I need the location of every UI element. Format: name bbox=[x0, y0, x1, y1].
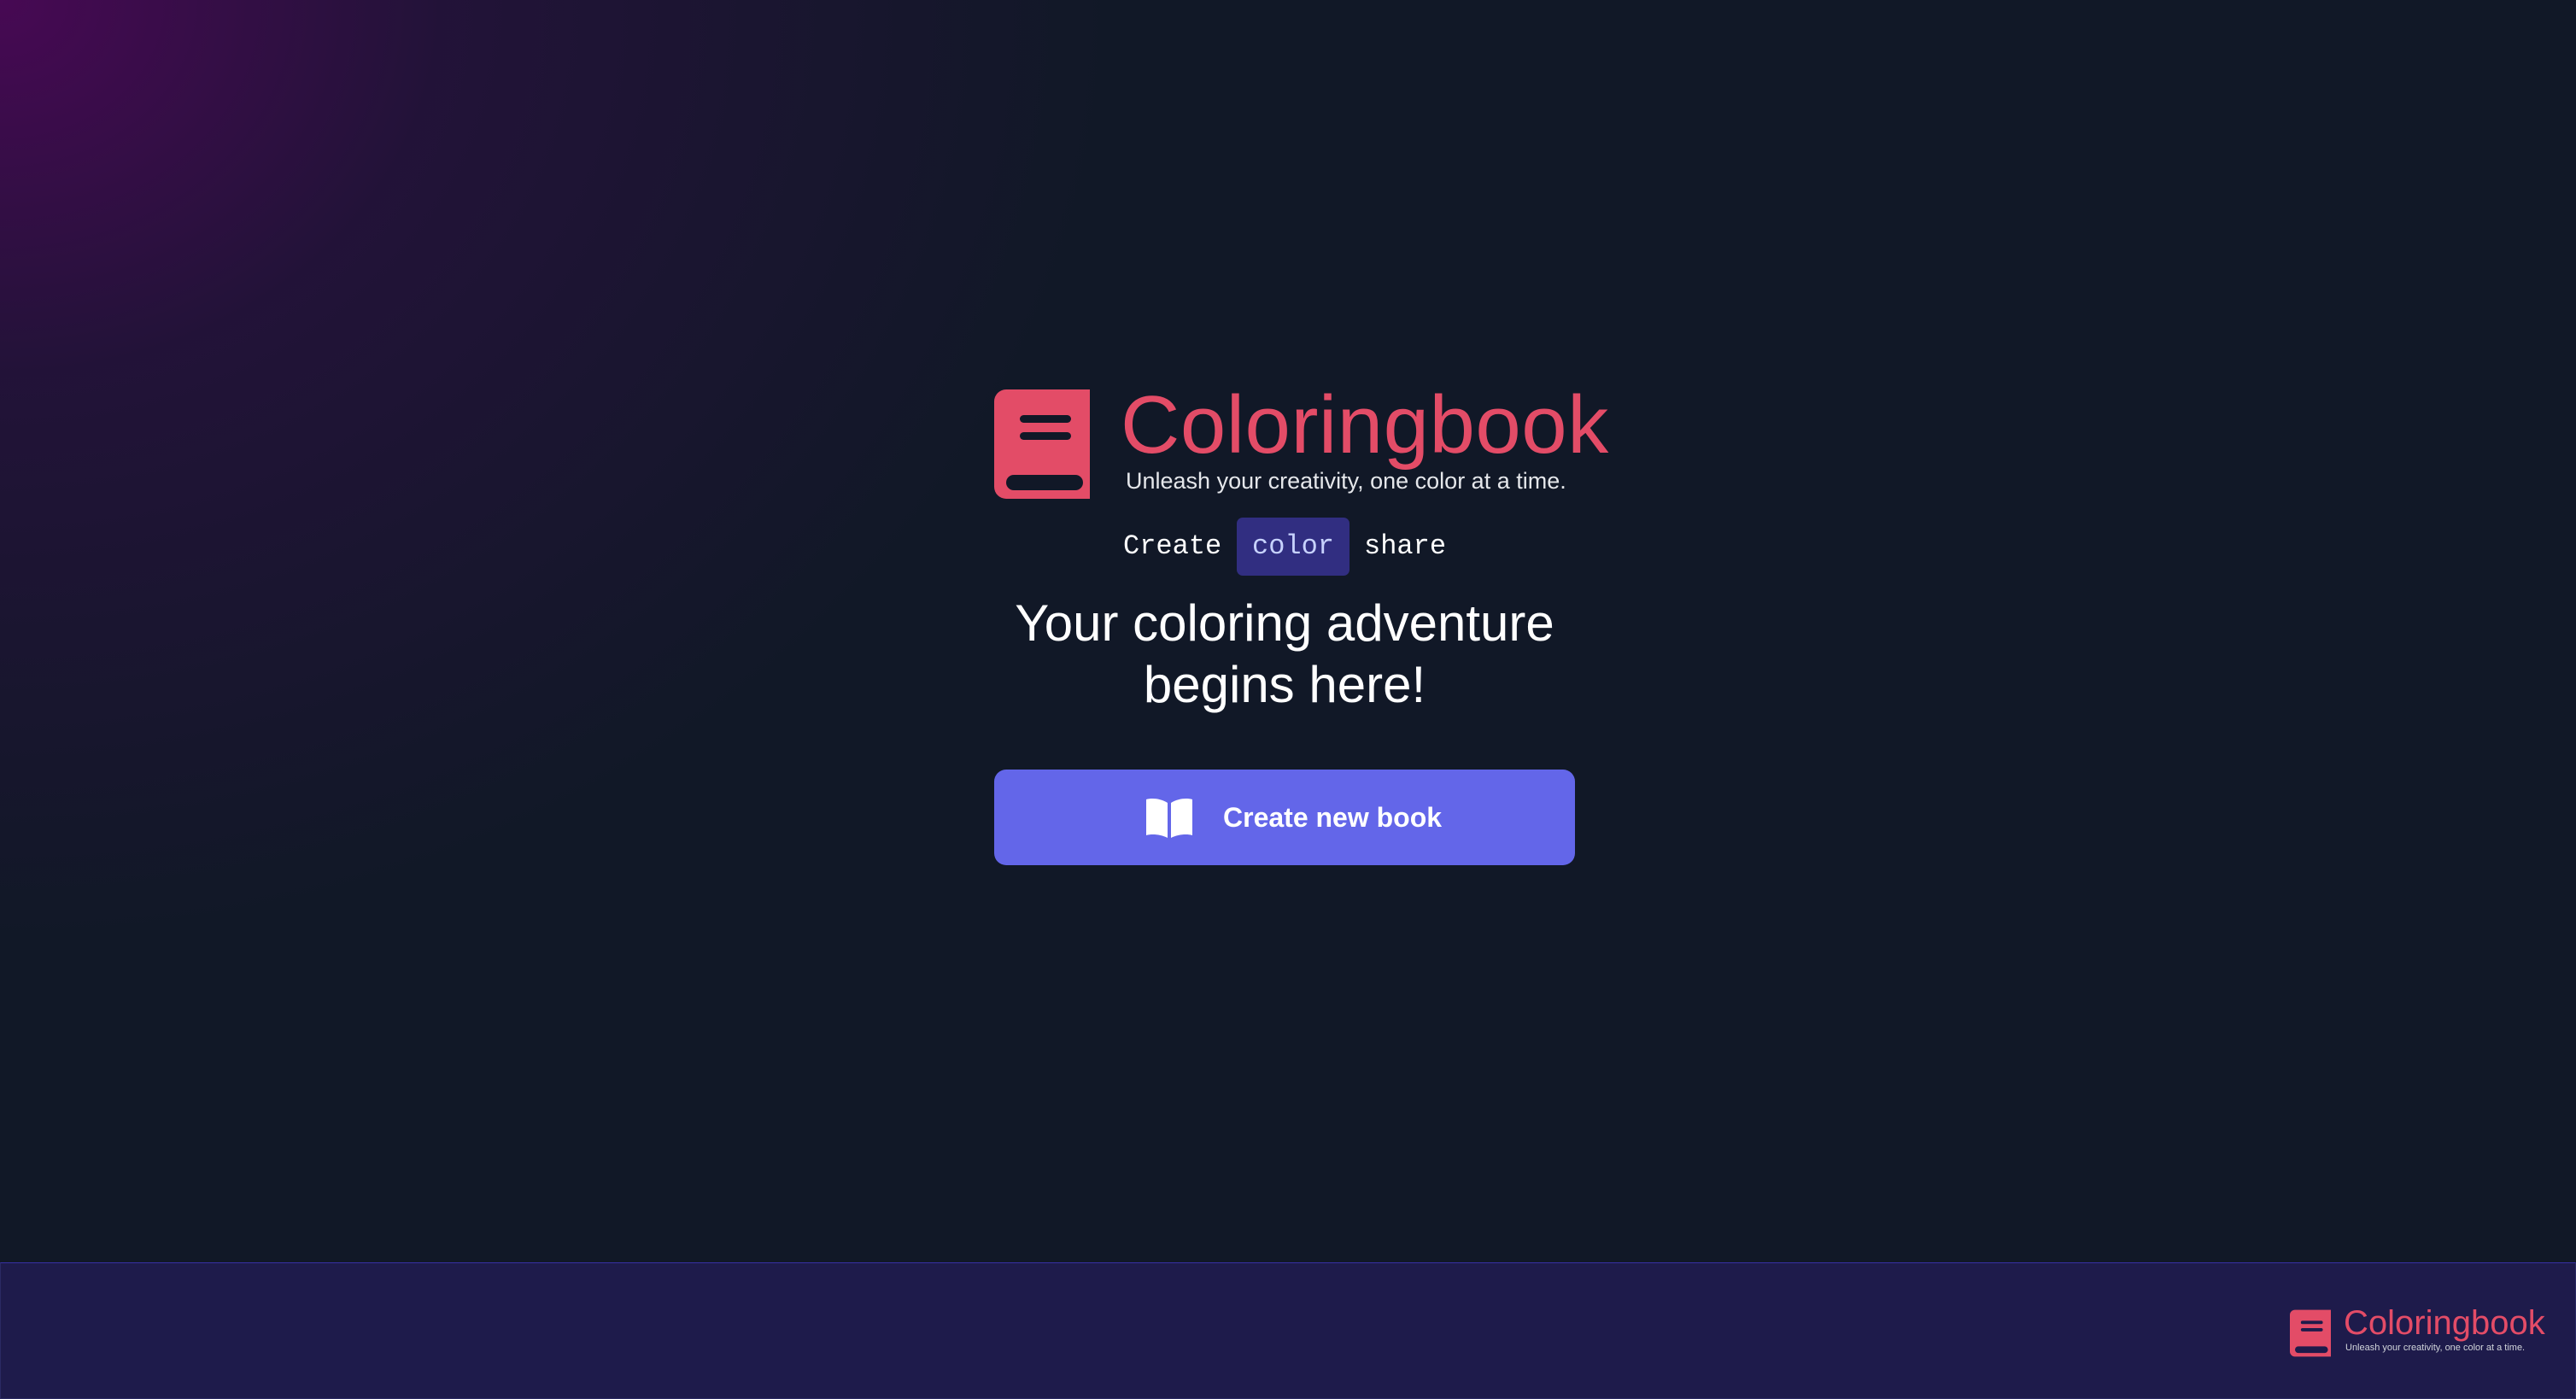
word-share: share bbox=[1364, 530, 1447, 562]
open-book-icon bbox=[1146, 799, 1192, 838]
footer-book-icon bbox=[2290, 1309, 2331, 1357]
create-new-book-label: Create new book bbox=[1223, 802, 1443, 833]
footer: Coloringbook Unleash your creativity, on… bbox=[0, 1262, 2576, 1399]
feature-words: Create color share bbox=[994, 518, 1575, 577]
brand-tagline: Unleash your creativity, one color at a … bbox=[1126, 468, 1566, 494]
brand-title: Coloringbook bbox=[1121, 379, 1609, 471]
word-create: Create bbox=[1123, 530, 1222, 562]
brand-logo: Coloringbook Unleash your creativity, on… bbox=[994, 384, 1608, 504]
book-icon bbox=[994, 389, 1090, 499]
headline: Your coloring adventure begins here! bbox=[1015, 594, 1554, 713]
word-color-highlighted: color bbox=[1237, 518, 1349, 576]
footer-brand-tagline: Unleash your creativity, one color at a … bbox=[2345, 1343, 2526, 1353]
create-new-book-button[interactable]: Create new book bbox=[994, 770, 1575, 865]
footer-brand-logo[interactable]: Coloringbook Unleash your creativity, on… bbox=[2290, 1304, 2546, 1364]
hero-section: Coloringbook Unleash your creativity, on… bbox=[994, 384, 1608, 865]
footer-brand-title: Coloringbook bbox=[2344, 1304, 2545, 1342]
